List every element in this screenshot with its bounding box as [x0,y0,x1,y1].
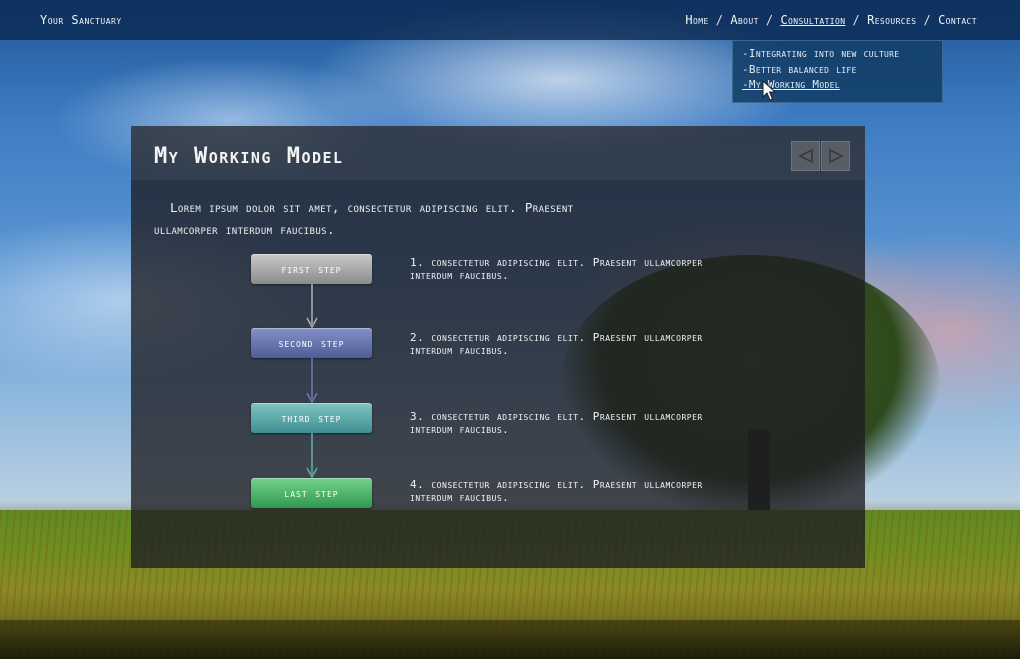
footer-band [0,620,1020,659]
nav-separator: / [852,13,861,27]
intro-text: Lorem ipsum dolor sit amet, consectetur … [154,200,574,237]
right-arrow-icon [828,149,844,163]
previous-button[interactable] [791,141,820,171]
nav-separator: / [923,13,932,27]
nav-consultation[interactable]: Consultation [780,13,845,27]
nav-resources[interactable]: Resources [867,13,916,27]
dropdown-item-integrating[interactable]: -Integrating into new culture [742,46,942,62]
step-first-button[interactable]: first step [251,254,372,284]
dropdown-item-balanced-life[interactable]: -Better balanced life [742,62,942,78]
step-first-description: 1. consectetur adipiscing elit. Praesent… [410,256,703,282]
next-button[interactable] [821,141,850,171]
nav-separator: / [715,13,724,27]
page-title: My Working Model [154,144,344,169]
nav-separator: / [765,13,774,27]
step-last-description: 4. consectetur adipiscing elit. Praesent… [410,478,703,504]
mouse-cursor-icon [762,80,776,101]
step-third-description: 3. consectetur adipiscing elit. Praesent… [410,410,703,436]
content-panel: My Working Model Lorem ipsum dolor sit a… [131,126,865,568]
step-second-description: 2. consectetur adipiscing elit. Praesent… [410,331,703,357]
top-navigation-bar: Your Sanctuary Home / About / Consultati… [0,0,1020,40]
step-connector-arrow-icon [306,433,318,478]
step-second-button[interactable]: second step [251,328,372,358]
step-connector-arrow-icon [306,358,318,403]
nav-about[interactable]: About [730,13,759,27]
nav-home[interactable]: Home [685,13,708,27]
nav-contact[interactable]: Contact [938,13,977,27]
left-arrow-icon [797,149,813,163]
step-connector-arrow-icon [306,284,318,328]
step-third-button[interactable]: third step [251,403,372,433]
step-last-button[interactable]: last step [251,478,372,508]
site-brand[interactable]: Your Sanctuary [40,13,122,27]
main-nav: Home / About / Consultation / Resources … [685,13,977,27]
